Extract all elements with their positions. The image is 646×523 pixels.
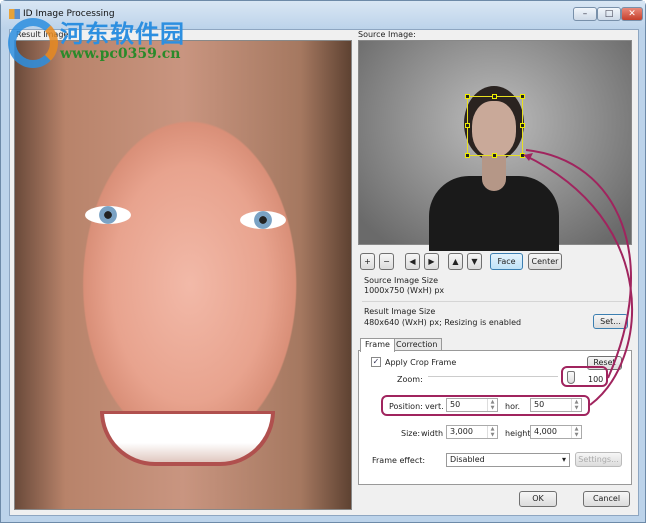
watermark-text: 河东软件园 <box>60 20 185 48</box>
cancel-button[interactable]: Cancel <box>583 491 630 507</box>
watermark-logo <box>8 18 58 68</box>
ok-button[interactable]: OK <box>519 491 557 507</box>
annotation-arrows <box>523 149 633 406</box>
position-arrow <box>523 154 633 406</box>
zoom-arrow <box>525 149 632 379</box>
watermark-url: www.pc0359.cn <box>60 46 181 62</box>
tab-frame[interactable]: Frame <box>360 338 395 352</box>
